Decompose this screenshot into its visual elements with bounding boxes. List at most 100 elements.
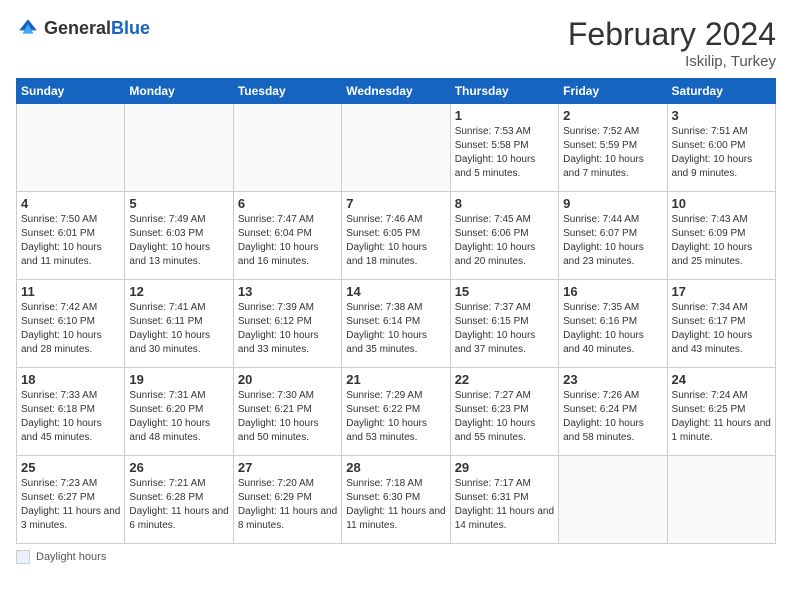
calendar-week-row: 25Sunrise: 7:23 AM Sunset: 6:27 PM Dayli… bbox=[17, 456, 776, 544]
day-number: 2 bbox=[563, 108, 662, 123]
day-number: 7 bbox=[346, 196, 445, 211]
day-of-week-header: Tuesday bbox=[233, 79, 341, 104]
day-info: Sunrise: 7:51 AM Sunset: 6:00 PM Dayligh… bbox=[672, 125, 771, 181]
day-info: Sunrise: 7:38 AM Sunset: 6:14 PM Dayligh… bbox=[346, 301, 445, 357]
calendar-cell: 2Sunrise: 7:52 AM Sunset: 5:59 PM Daylig… bbox=[559, 104, 667, 192]
day-number: 18 bbox=[21, 372, 120, 387]
calendar-cell: 11Sunrise: 7:42 AM Sunset: 6:10 PM Dayli… bbox=[17, 280, 125, 368]
calendar-cell: 1 Sunrise: 7:53 AM Sunset: 5:58 PM Daylig… bbox=[450, 104, 558, 192]
day-number: 20 bbox=[238, 372, 337, 387]
day-number: 5 bbox=[129, 196, 228, 211]
day-info: Sunrise: 7:45 AM Sunset: 6:06 PM Dayligh… bbox=[455, 213, 554, 269]
location-text: Iskilip, Turkey bbox=[568, 53, 776, 70]
calendar-cell: 13 Sunrise: 7:39 AM Sunset: 6:12 PM Dayli… bbox=[233, 280, 341, 368]
day-number: 6 bbox=[238, 196, 337, 211]
calendar-week-row: 4Sunrise: 7:50 AM Sunset: 6:01 PM Daylig… bbox=[17, 192, 776, 280]
calendar-cell bbox=[667, 456, 775, 544]
day-number: 22 bbox=[455, 372, 554, 387]
title-block: February 2024 Iskilip, Turkey bbox=[568, 16, 776, 70]
day-info: Sunrise: 7:43 AM Sunset: 6:09 PM Dayligh… bbox=[672, 213, 771, 269]
calendar-cell: 26 Sunrise: 7:21 AM Sunset: 6:28 PM Dayli… bbox=[125, 456, 233, 544]
calendar-week-row: 18Sunrise: 7:33 AM Sunset: 6:18 PM Dayli… bbox=[17, 368, 776, 456]
day-number: 27 bbox=[238, 460, 337, 475]
day-number: 11 bbox=[21, 284, 120, 299]
calendar-cell: 25Sunrise: 7:23 AM Sunset: 6:27 PM Dayli… bbox=[17, 456, 125, 544]
day-info: Sunrise: 7:47 AM Sunset: 6:04 PM Dayligh… bbox=[238, 213, 337, 269]
day-info: Sunrise: 7:46 AM Sunset: 6:05 PM Dayligh… bbox=[346, 213, 445, 269]
day-number: 8 bbox=[455, 196, 554, 211]
page-header: GeneralBlue February 2024 Iskilip, Turke… bbox=[16, 16, 776, 70]
day-info: Sunrise: 7:18 AM Sunset: 6:30 PM Dayligh… bbox=[346, 477, 445, 533]
calendar-cell: 15Sunrise: 7:37 AM Sunset: 6:15 PM Dayli… bbox=[450, 280, 558, 368]
calendar-cell: 4Sunrise: 7:50 AM Sunset: 6:01 PM Daylig… bbox=[17, 192, 125, 280]
daylight-label: Daylight hours bbox=[36, 551, 106, 563]
calendar-cell: 27 Sunrise: 7:20 AM Sunset: 6:29 PM Dayli… bbox=[233, 456, 341, 544]
calendar-table: SundayMondayTuesdayWednesdayThursdayFrid… bbox=[16, 78, 776, 544]
day-of-week-header: Saturday bbox=[667, 79, 775, 104]
day-number: 19 bbox=[129, 372, 228, 387]
day-info: Sunrise: 7:39 AM Sunset: 6:12 PM Dayligh… bbox=[238, 301, 337, 357]
calendar-cell: 16Sunrise: 7:35 AM Sunset: 6:16 PM Dayli… bbox=[559, 280, 667, 368]
calendar-cell: 5Sunrise: 7:49 AM Sunset: 6:03 PM Daylig… bbox=[125, 192, 233, 280]
day-number: 9 bbox=[563, 196, 662, 211]
calendar-cell bbox=[17, 104, 125, 192]
calendar-cell bbox=[125, 104, 233, 192]
calendar-cell: 24Sunrise: 7:24 AM Sunset: 6:25 PM Dayli… bbox=[667, 368, 775, 456]
calendar-cell: 19 Sunrise: 7:31 AM Sunset: 6:20 PM Dayli… bbox=[125, 368, 233, 456]
day-number: 17 bbox=[672, 284, 771, 299]
calendar-cell: 29 Sunrise: 7:17 AM Sunset: 6:31 PM Dayli… bbox=[450, 456, 558, 544]
logo-blue-text: Blue bbox=[111, 18, 150, 38]
day-number: 13 bbox=[238, 284, 337, 299]
day-number: 15 bbox=[455, 284, 554, 299]
day-info: Sunrise: 7:53 AM Sunset: 5:58 PM Dayligh… bbox=[455, 125, 554, 181]
day-info: Sunrise: 7:27 AM Sunset: 6:23 PM Dayligh… bbox=[455, 389, 554, 445]
day-number: 21 bbox=[346, 372, 445, 387]
day-info: Sunrise: 7:20 AM Sunset: 6:29 PM Dayligh… bbox=[238, 477, 337, 533]
day-info: Sunrise: 7:29 AM Sunset: 6:22 PM Dayligh… bbox=[346, 389, 445, 445]
calendar-cell bbox=[559, 456, 667, 544]
day-info: Sunrise: 7:26 AM Sunset: 6:24 PM Dayligh… bbox=[563, 389, 662, 445]
day-of-week-header: Friday bbox=[559, 79, 667, 104]
calendar-cell bbox=[342, 104, 450, 192]
logo: GeneralBlue bbox=[16, 16, 150, 40]
day-number: 23 bbox=[563, 372, 662, 387]
day-of-week-header: Sunday bbox=[17, 79, 125, 104]
calendar-cell: 22 Sunrise: 7:27 AM Sunset: 6:23 PM Dayli… bbox=[450, 368, 558, 456]
day-info: Sunrise: 7:31 AM Sunset: 6:20 PM Dayligh… bbox=[129, 389, 228, 445]
calendar-cell: 10 Sunrise: 7:43 AM Sunset: 6:09 PM Dayli… bbox=[667, 192, 775, 280]
day-info: Sunrise: 7:44 AM Sunset: 6:07 PM Dayligh… bbox=[563, 213, 662, 269]
calendar-cell: 28 Sunrise: 7:18 AM Sunset: 6:30 PM Dayli… bbox=[342, 456, 450, 544]
calendar-cell: 14Sunrise: 7:38 AM Sunset: 6:14 PM Dayli… bbox=[342, 280, 450, 368]
calendar-cell: 9 Sunrise: 7:44 AM Sunset: 6:07 PM Daylig… bbox=[559, 192, 667, 280]
logo-icon bbox=[16, 16, 40, 40]
calendar-cell: 23 Sunrise: 7:26 AM Sunset: 6:24 PM Dayli… bbox=[559, 368, 667, 456]
day-number: 4 bbox=[21, 196, 120, 211]
day-info: Sunrise: 7:34 AM Sunset: 6:17 PM Dayligh… bbox=[672, 301, 771, 357]
calendar-cell: 6 Sunrise: 7:47 AM Sunset: 6:04 PM Daylig… bbox=[233, 192, 341, 280]
day-info: Sunrise: 7:23 AM Sunset: 6:27 PM Dayligh… bbox=[21, 477, 120, 533]
day-of-week-header: Wednesday bbox=[342, 79, 450, 104]
day-number: 10 bbox=[672, 196, 771, 211]
day-number: 26 bbox=[129, 460, 228, 475]
day-number: 1 bbox=[455, 108, 554, 123]
calendar-cell: 12Sunrise: 7:41 AM Sunset: 6:11 PM Dayli… bbox=[125, 280, 233, 368]
day-number: 3 bbox=[672, 108, 771, 123]
calendar-cell: 8 Sunrise: 7:45 AM Sunset: 6:06 PM Daylig… bbox=[450, 192, 558, 280]
day-info: Sunrise: 7:30 AM Sunset: 6:21 PM Dayligh… bbox=[238, 389, 337, 445]
calendar-cell bbox=[233, 104, 341, 192]
day-info: Sunrise: 7:21 AM Sunset: 6:28 PM Dayligh… bbox=[129, 477, 228, 533]
day-info: Sunrise: 7:17 AM Sunset: 6:31 PM Dayligh… bbox=[455, 477, 554, 533]
calendar-week-row: 11Sunrise: 7:42 AM Sunset: 6:10 PM Dayli… bbox=[17, 280, 776, 368]
calendar-week-row: 1 Sunrise: 7:53 AM Sunset: 5:58 PM Daylig… bbox=[17, 104, 776, 192]
day-info: Sunrise: 7:35 AM Sunset: 6:16 PM Dayligh… bbox=[563, 301, 662, 357]
day-number: 29 bbox=[455, 460, 554, 475]
calendar-cell: 7 Sunrise: 7:46 AM Sunset: 6:05 PM Daylig… bbox=[342, 192, 450, 280]
day-number: 24 bbox=[672, 372, 771, 387]
daylight-legend-box bbox=[16, 550, 30, 564]
footer: Daylight hours bbox=[16, 550, 776, 564]
day-number: 28 bbox=[346, 460, 445, 475]
calendar-cell: 3 Sunrise: 7:51 AM Sunset: 6:00 PM Daylig… bbox=[667, 104, 775, 192]
logo-general-text: General bbox=[44, 18, 111, 38]
calendar-header-row: SundayMondayTuesdayWednesdayThursdayFrid… bbox=[17, 79, 776, 104]
calendar-cell: 17 Sunrise: 7:34 AM Sunset: 6:17 PM Dayli… bbox=[667, 280, 775, 368]
